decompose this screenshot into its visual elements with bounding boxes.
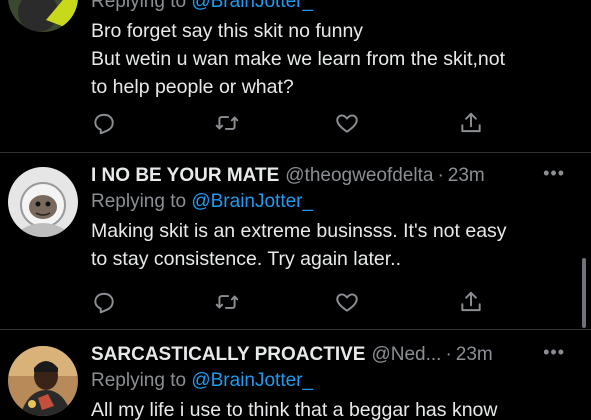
replying-label: Replying to	[91, 191, 187, 212]
avatar[interactable]	[8, 167, 78, 237]
reply-icon[interactable]	[91, 289, 117, 315]
avatar[interactable]	[8, 0, 78, 32]
tweet-2[interactable]: I NO BE YOUR MATE @theogweofdelta · 23m …	[0, 153, 591, 329]
replying-label: Replying to	[91, 0, 187, 12]
replying-label: Replying to	[91, 370, 187, 391]
tweet-actions	[91, 110, 491, 136]
share-icon[interactable]	[458, 110, 484, 136]
tweet-header: SARCASTICALLY PROACTIVE @Ned... · 23m ••…	[91, 342, 571, 366]
tweet-text-line: All my life i use to think that a beggar…	[91, 399, 498, 420]
separator-dot: ·	[437, 165, 444, 186]
share-icon[interactable]	[458, 289, 484, 315]
more-icon[interactable]: •••	[543, 163, 565, 184]
tweet-text-line: Making skit is an extreme businsss. It's…	[91, 220, 507, 242]
reply-icon[interactable]	[91, 110, 117, 136]
mention-link[interactable]: @BrainJotter_	[191, 0, 313, 12]
tweet-text-line: Bro forget say this skit no funny	[91, 20, 364, 42]
retweet-icon[interactable]	[214, 289, 240, 315]
separator-dot: ·	[445, 344, 452, 365]
tweet-actions	[91, 289, 491, 315]
like-icon[interactable]	[334, 110, 360, 136]
tweet-text-line: But wetin u wan make we learn from the s…	[91, 48, 506, 70]
user-handle[interactable]: @Ned...	[371, 344, 441, 366]
tweet-header: I NO BE YOUR MATE @theogweofdelta · 23m …	[91, 163, 571, 187]
timestamp[interactable]: 23m	[448, 165, 485, 187]
replying-to: Replying to @BrainJotter_	[91, 370, 571, 392]
scrollbar[interactable]	[582, 258, 586, 328]
user-handle[interactable]: @theogweofdelta	[285, 165, 433, 187]
mention-link[interactable]: @BrainJotter_	[191, 191, 313, 212]
reply-feed: Replying to @BrainJotter_ Bro forget say…	[0, 0, 591, 420]
tweet-text-line: to stay consistence. Try again later..	[91, 248, 401, 270]
mention-link[interactable]: @BrainJotter_	[191, 370, 313, 391]
tweet-text: Bro forget say this skit no funny But we…	[91, 17, 571, 101]
tweet-text: All my life i use to think that a beggar…	[91, 396, 571, 420]
display-name[interactable]: SARCASTICALLY PROACTIVE	[91, 344, 365, 366]
timestamp[interactable]: 23m	[456, 344, 493, 366]
tweet-text: Making skit is an extreme businsss. It's…	[91, 217, 571, 273]
tweet-text-line: to help people or what?	[91, 76, 294, 98]
display-name[interactable]: I NO BE YOUR MATE	[91, 165, 279, 187]
tweet-1[interactable]: Replying to @BrainJotter_ Bro forget say…	[0, 0, 591, 152]
like-icon[interactable]	[334, 289, 360, 315]
tweet-3[interactable]: SARCASTICALLY PROACTIVE @Ned... · 23m ••…	[0, 330, 591, 420]
replying-to: Replying to @BrainJotter_	[91, 191, 571, 213]
avatar[interactable]	[8, 346, 78, 416]
replying-to: Replying to @BrainJotter_	[91, 0, 571, 13]
more-icon[interactable]: •••	[543, 342, 565, 363]
retweet-icon[interactable]	[214, 110, 240, 136]
